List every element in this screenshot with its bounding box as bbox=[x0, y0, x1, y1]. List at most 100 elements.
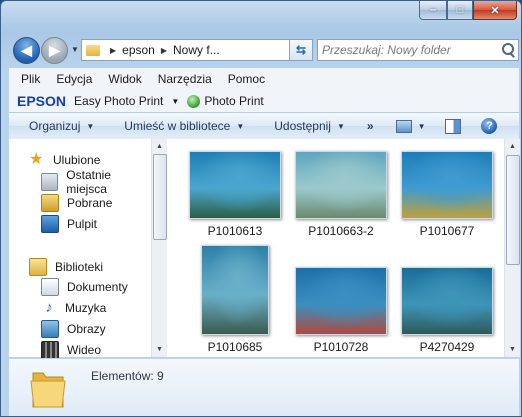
nav-downloads-label: Pobrane bbox=[67, 195, 113, 210]
file-name: P1010663-2 bbox=[308, 224, 374, 238]
epson-logo: EPSON bbox=[17, 93, 67, 109]
help-button[interactable]: ? bbox=[481, 118, 498, 134]
menu-help[interactable]: Pomoc bbox=[228, 72, 265, 86]
preview-pane-button[interactable] bbox=[445, 118, 462, 134]
chevron-down-icon[interactable]: ▼ bbox=[171, 97, 179, 106]
file-item[interactable]: P1010613 bbox=[185, 151, 285, 238]
nav-desktop-label: Pulpit bbox=[67, 216, 98, 231]
search-icon[interactable] bbox=[500, 42, 516, 58]
file-item[interactable]: P1010663-2 bbox=[291, 151, 391, 238]
nav-favorites-label: Ulubione bbox=[53, 152, 101, 167]
video-icon bbox=[41, 340, 59, 359]
photo-thumbnail bbox=[201, 245, 269, 335]
details-pane: Elementów: 9 bbox=[9, 358, 519, 416]
nav-music-label: Muzyka bbox=[65, 300, 107, 315]
menu-tools[interactable]: Narzędzia bbox=[158, 72, 212, 86]
more-label: » bbox=[366, 119, 374, 133]
nav-documents-label: Dokumenty bbox=[67, 279, 128, 294]
file-name: P4270429 bbox=[419, 340, 475, 354]
nav-videos[interactable]: Wideo bbox=[41, 339, 101, 360]
share-button[interactable]: Udostępnij ▼ bbox=[274, 119, 345, 133]
breadcrumb-epson[interactable]: epson bbox=[122, 43, 155, 57]
maximize-button[interactable]: □ bbox=[447, 1, 473, 20]
command-bar: Organizuj ▼ Umieść w bibliotece ▼ Udostępn… bbox=[9, 112, 519, 140]
content-area: ★ Ulubione Ostatnie miejsca Pobrane Pulp… bbox=[9, 139, 520, 360]
help-icon: ? bbox=[481, 118, 498, 134]
scroll-down-arrow[interactable]: ▼ bbox=[505, 342, 520, 357]
file-name: P1010613 bbox=[207, 224, 263, 238]
arrow-right-icon: ▶ bbox=[49, 42, 60, 58]
nav-music[interactable]: ♪ Muzyka bbox=[41, 297, 106, 318]
share-label: Udostępnij bbox=[274, 119, 331, 133]
downloads-icon bbox=[41, 193, 59, 212]
arrow-left-icon: ◀ bbox=[21, 42, 32, 58]
scroll-up-arrow[interactable]: ▲ bbox=[152, 139, 167, 154]
nav-pictures[interactable]: Obrazy bbox=[41, 318, 106, 339]
epson-toolbar: EPSON Easy Photo Print ▼ Photo Print bbox=[9, 90, 519, 112]
nav-libraries-label: Biblioteki bbox=[55, 259, 104, 274]
nav-desktop[interactable]: Pulpit bbox=[41, 213, 97, 234]
file-name: P1010677 bbox=[419, 224, 475, 238]
search-input[interactable] bbox=[318, 42, 500, 58]
printer-icon bbox=[187, 94, 201, 108]
desktop-icon bbox=[41, 214, 59, 233]
chevron-down-icon: ▼ bbox=[86, 121, 95, 131]
scroll-thumb[interactable] bbox=[506, 155, 520, 265]
menu-file[interactable]: Plik bbox=[21, 72, 40, 86]
file-item[interactable]: P4270429 bbox=[397, 267, 497, 354]
easy-photo-print-button[interactable]: Easy Photo Print bbox=[74, 94, 163, 108]
scroll-thumb[interactable] bbox=[153, 154, 167, 240]
organize-label: Organizuj bbox=[29, 119, 81, 133]
navigation-pane: ★ Ulubione Ostatnie miejsca Pobrane Pulp… bbox=[9, 139, 151, 360]
chevron-right-icon[interactable]: ▶ bbox=[161, 46, 167, 55]
nav-downloads[interactable]: Pobrane bbox=[41, 192, 112, 213]
photo-print-button[interactable]: Photo Print bbox=[204, 94, 263, 108]
more-commands-button[interactable]: » bbox=[367, 119, 374, 133]
close-button[interactable]: ✕ bbox=[473, 1, 517, 20]
breadcrumb-current[interactable]: Nowy f... bbox=[173, 43, 220, 57]
view-icon bbox=[395, 119, 412, 133]
file-list-scrollbar[interactable]: ▲ ▼ bbox=[504, 139, 520, 357]
preview-pane-icon bbox=[445, 118, 462, 134]
forward-button[interactable]: ▶ bbox=[41, 37, 68, 64]
scroll-down-arrow[interactable]: ▼ bbox=[152, 342, 167, 357]
close-icon: ✕ bbox=[490, 4, 500, 17]
nav-recent-places[interactable]: Ostatnie miejsca bbox=[41, 168, 151, 196]
documents-icon bbox=[41, 277, 59, 296]
file-item[interactable]: P1010685 bbox=[185, 245, 285, 354]
menu-edit[interactable]: Edycja bbox=[56, 72, 92, 86]
nav-documents[interactable]: Dokumenty bbox=[41, 276, 128, 297]
chevron-down-icon: ▼ bbox=[417, 121, 426, 131]
include-in-library-button[interactable]: Umieść w bibliotece ▼ bbox=[124, 119, 244, 133]
search-box[interactable] bbox=[317, 39, 519, 61]
nav-libraries[interactable]: Biblioteki bbox=[29, 256, 103, 277]
scroll-up-arrow[interactable]: ▲ bbox=[505, 139, 520, 154]
file-name: P1010685 bbox=[207, 340, 263, 354]
organize-button[interactable]: Organizuj ▼ bbox=[29, 119, 94, 133]
address-bar[interactable]: ▶ epson ▶ Nowy f... ▼ bbox=[81, 39, 311, 61]
minimize-icon: – bbox=[429, 4, 437, 16]
file-item[interactable]: P1010728 bbox=[291, 267, 391, 354]
change-view-button[interactable]: ▼ bbox=[395, 119, 426, 133]
photo-thumbnail bbox=[401, 151, 493, 219]
minimize-button[interactable]: – bbox=[419, 1, 447, 20]
photo-thumbnail bbox=[295, 151, 387, 219]
star-icon: ★ bbox=[29, 150, 44, 168]
photo-thumbnail bbox=[295, 267, 387, 335]
chevron-down-icon: ▼ bbox=[236, 121, 245, 131]
maximize-icon: □ bbox=[456, 4, 464, 16]
photo-thumbnail bbox=[401, 267, 493, 335]
folder-icon bbox=[86, 44, 100, 56]
item-count: Elementów: 9 bbox=[91, 369, 164, 383]
chevron-right-icon[interactable]: ▶ bbox=[110, 46, 116, 55]
back-button[interactable]: ◀ bbox=[13, 37, 40, 64]
menu-view[interactable]: Widok bbox=[108, 72, 141, 86]
file-item[interactable]: P1010677 bbox=[397, 151, 497, 238]
recent-places-icon bbox=[41, 172, 59, 191]
navigation-scrollbar[interactable]: ▲ ▼ bbox=[151, 139, 167, 357]
pictures-icon bbox=[41, 319, 59, 338]
refresh-button[interactable]: ⇆ bbox=[289, 39, 313, 61]
recent-pages-dropdown[interactable]: ▼ bbox=[71, 45, 79, 54]
file-list: P1010613 P1010663-2 P1010677 P1010685 P1… bbox=[167, 139, 504, 357]
music-icon: ♪ bbox=[45, 298, 53, 316]
